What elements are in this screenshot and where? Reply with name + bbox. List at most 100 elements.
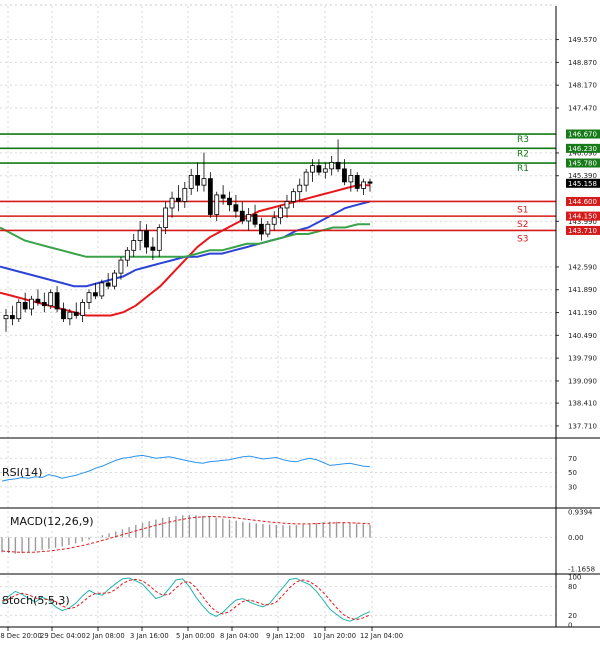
rsi-tick-label: 30 [568,483,577,491]
time-label: 28 Dec 20:00 [0,632,42,640]
candle-body [310,165,315,173]
candle-body [233,204,239,212]
price-tick-label: 141.890 [568,286,597,294]
rsi-label: RSI(14) [2,466,42,479]
macd-tick-label: 0.00 [568,534,584,542]
time-label: 3 Jan 16:00 [130,632,169,640]
candle-body [144,230,149,248]
candle-body [112,272,117,287]
candle [112,269,117,290]
candle-body [54,292,60,310]
candle-body [61,308,66,320]
level-price-label: 144.600 [568,198,597,206]
candle-body [227,197,232,206]
price-tick-label: 149.570 [568,36,597,44]
time-label: 2 Jan 08:00 [86,632,125,640]
price-tick-label: 139.790 [568,355,597,363]
candle-body [348,174,354,183]
candle-body [150,246,156,251]
stoch-tick-label: 80 [568,583,577,591]
level-price-label: 146.670 [568,131,597,139]
candle-body [329,161,335,170]
rsi-tick-label: 50 [568,469,577,477]
level-name: S2 [517,220,528,230]
candle-body [99,282,105,297]
candle [48,289,54,309]
candle-body [361,181,367,189]
stoch-label: Stoch(5,5,3) [2,594,70,607]
candle-body [35,298,41,303]
candle-body [342,168,347,183]
candle-body [316,165,322,173]
macd-tick-label: 0.9394 [568,509,593,517]
time-label: 10 Jan 20:00 [313,632,356,640]
price-tick-label: 148.870 [568,59,597,67]
macd-label: MACD(12,26,9) [10,515,94,528]
level-price-label: 144.150 [568,213,597,221]
candle-body [265,223,271,235]
candle-body [182,188,188,202]
candle-body [367,181,373,184]
level-name: R3 [517,135,529,145]
candle [16,299,22,322]
price-tick-label: 137.710 [568,422,597,430]
candle-body [271,217,277,225]
candle-body [41,302,47,307]
candle-body [169,197,175,209]
candle-body [354,174,360,189]
forex-chart: R3 R2 R1 S1 S2 S3 149.570 148.870 148.170 147.47… [0,0,600,646]
candle-body [259,223,264,235]
level-price-label: 145.780 [568,160,597,168]
candle-body [93,292,98,297]
price-tick-label: 140.490 [568,332,597,340]
candle-body [335,161,341,170]
candle [354,172,360,192]
candle-body [252,214,258,225]
candle-body [9,315,15,320]
stoch-tick-label: 0 [568,622,572,630]
candle-body [73,311,79,316]
candle-body [124,249,130,261]
candle-body [322,168,328,173]
candle-body [48,292,54,307]
stoch-tick-label: 20 [568,612,577,620]
candle-body [239,210,245,222]
candle-body [201,178,207,186]
level-name: S1 [517,205,528,215]
candle-body [131,240,137,251]
time-label: 5 Jan 00:00 [176,632,215,640]
price-tick-label: 138.410 [568,400,597,408]
time-label: 12 Jan 04:00 [360,632,403,640]
candle-body [214,194,220,215]
price-tick-label: 147.470 [568,104,597,112]
candle-body [195,174,200,186]
candle-body [3,315,9,320]
price-tick-label: 142.590 [568,263,597,271]
level-name: S3 [517,234,528,244]
candle-body [86,292,92,303]
candle-body [118,259,124,274]
candle-body [303,171,309,186]
time-label: 9 Jan 12:00 [266,632,305,640]
candle-body [246,214,252,222]
candle-body [29,298,34,310]
time-label: 29 Dec 04:00 [40,632,86,640]
candle-body [297,184,303,193]
price-tick-label: 139.090 [568,377,597,385]
current-price-label: 145.158 [568,180,597,188]
candle-body [278,207,283,219]
candle-body [290,191,296,202]
candle [207,172,213,218]
candle-body [284,201,290,209]
candle-body [207,178,213,215]
candle-body [80,302,86,316]
rsi-tick-label: 70 [568,455,577,463]
candle-body [176,197,181,202]
candle-body [188,174,194,189]
candle-body [137,230,143,241]
time-label: 8 Jan 04:00 [220,632,259,640]
candle [99,279,105,300]
candle-body [16,302,22,320]
candle-body [163,207,169,228]
candle-body [105,282,111,287]
